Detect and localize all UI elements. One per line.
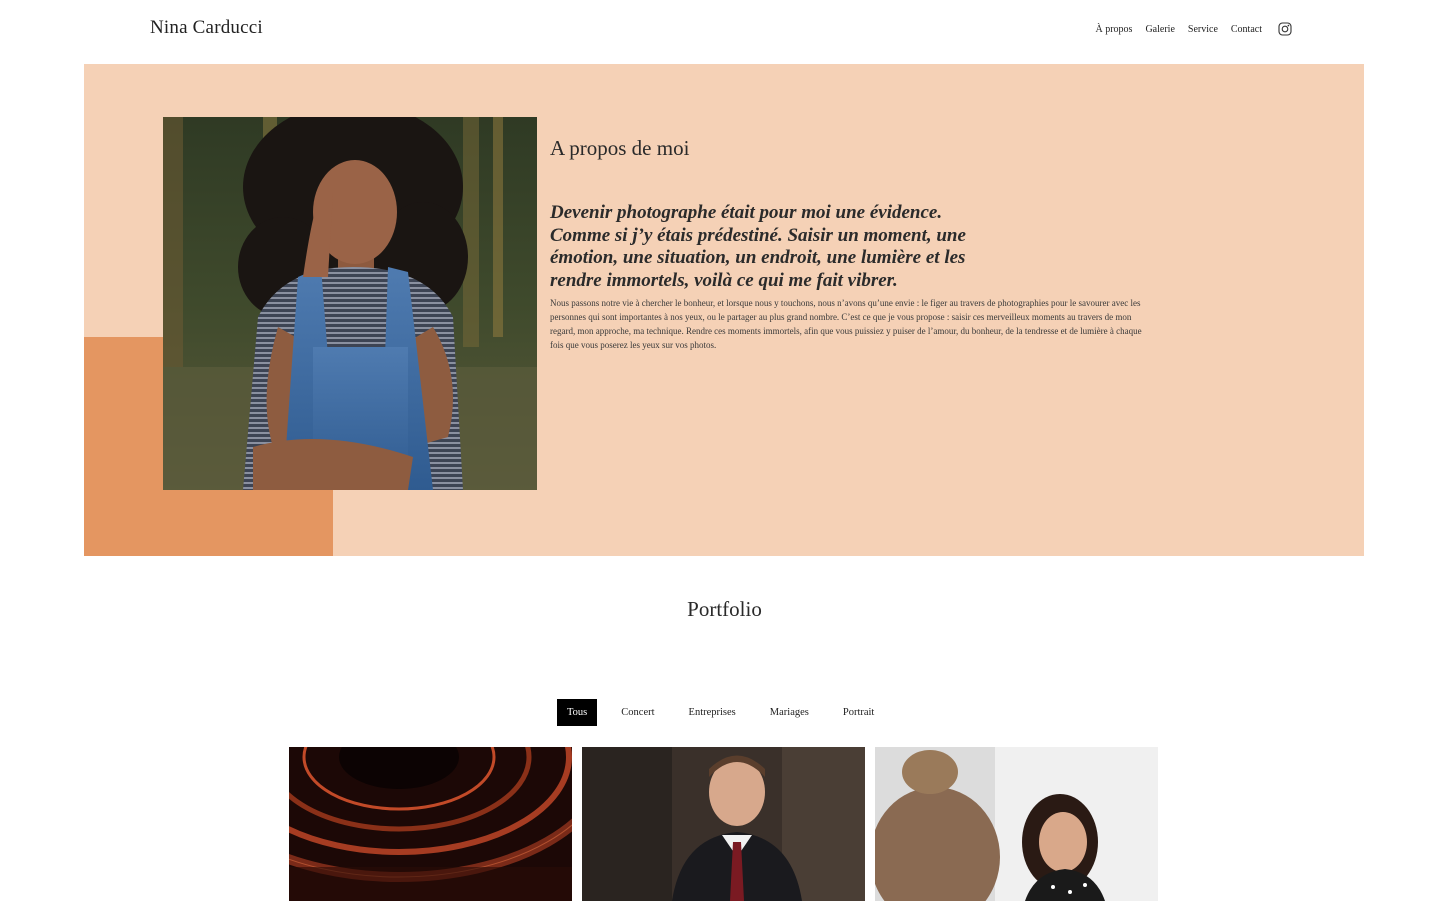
gallery-image-concert[interactable] [289, 747, 572, 901]
about-quote: Devenir photographe était pour moi une é… [550, 202, 966, 291]
brand-name[interactable]: Nina Carducci [150, 17, 263, 39]
gallery-image-entreprise[interactable] [582, 747, 865, 901]
portfolio-gallery [289, 747, 1158, 901]
about-title: A propos de moi [550, 136, 690, 160]
main-nav: À propos Galerie Service Contact [1096, 22, 1293, 36]
instagram-icon[interactable] [1278, 22, 1292, 36]
filter-entreprises[interactable]: Entreprises [679, 699, 746, 726]
about-section: A propos de moi Devenir photographe étai… [84, 64, 1364, 556]
nav-link-galerie[interactable]: Galerie [1145, 24, 1174, 35]
portrait-photo [163, 117, 537, 490]
about-text: A propos de moi Devenir photographe étai… [550, 136, 1150, 352]
filter-portrait[interactable]: Portrait [833, 699, 885, 726]
portfolio-title: Portfolio [687, 597, 762, 621]
site-header: Nina Carducci À propos Galerie Service C… [0, 0, 1449, 64]
filter-concert[interactable]: Concert [611, 699, 664, 726]
nav-link-service[interactable]: Service [1188, 24, 1218, 35]
filter-tous[interactable]: Tous [557, 699, 598, 726]
portfolio-filters: Tous Concert Entreprises Mariages Portra… [557, 699, 884, 726]
about-body: Nous passons notre vie à chercher le bon… [550, 298, 1142, 350]
nav-link-contact[interactable]: Contact [1231, 24, 1262, 35]
nav-link-a-propos[interactable]: À propos [1096, 24, 1133, 35]
gallery-image-mariage[interactable] [875, 747, 1158, 901]
filter-mariages[interactable]: Mariages [760, 699, 819, 726]
